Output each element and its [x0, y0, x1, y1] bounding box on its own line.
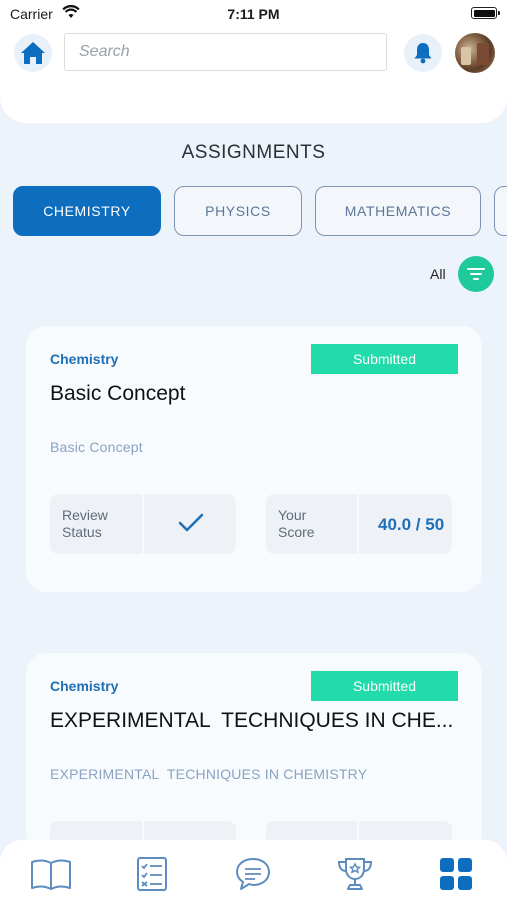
filter-label: All — [430, 266, 446, 282]
notifications-button[interactable] — [404, 34, 442, 72]
avatar[interactable] — [455, 33, 495, 73]
status-bar: Carrier 7:11 PM — [0, 0, 507, 28]
score-label: Your Score — [278, 507, 315, 540]
tab-chemistry[interactable]: CHEMISTRY — [13, 186, 161, 236]
search-input[interactable] — [64, 33, 387, 71]
tab-mathematics[interactable]: MATHEMATICS — [315, 186, 481, 236]
card-title: EXPERIMENTAL TECHNIQUES IN CHE... — [50, 709, 454, 732]
nav-tests[interactable] — [128, 854, 176, 894]
filter-icon — [467, 268, 485, 280]
assignment-card[interactable]: Chemistry Submitted EXPERIMENTAL TECHNIQ… — [26, 653, 482, 881]
bell-icon — [414, 43, 432, 64]
page-title: ASSIGNMENTS — [181, 142, 326, 163]
battery-icon — [471, 7, 500, 19]
status-badge: Submitted — [311, 671, 458, 701]
card-description: EXPERIMENTAL TECHNIQUES IN CHEMISTRY — [50, 766, 368, 782]
review-status-box: Review Status — [50, 494, 236, 554]
card-subject: Chemistry — [50, 351, 119, 367]
subject-tabs: CHEMISTRY PHYSICS MATHEMATICS — [13, 186, 507, 236]
nav-achievements[interactable] — [331, 854, 379, 894]
nav-dashboard[interactable] — [432, 854, 480, 894]
tab-next[interactable] — [494, 186, 507, 236]
nav-courses[interactable] — [27, 854, 75, 894]
book-icon — [31, 859, 71, 890]
home-button[interactable] — [14, 34, 52, 72]
tab-physics[interactable]: PHYSICS — [174, 186, 302, 236]
review-status-label: Review Status — [62, 507, 108, 540]
score-box: Your Score 40.0 / 50 — [266, 494, 452, 554]
card-description: Basic Concept — [50, 439, 143, 455]
chat-icon — [236, 858, 270, 890]
bottom-nav — [0, 840, 507, 900]
card-subject: Chemistry — [50, 678, 119, 694]
grid-icon — [440, 858, 472, 890]
card-title: Basic Concept — [50, 382, 186, 405]
score-value: 40.0 / 50 — [378, 515, 445, 534]
assignment-card[interactable]: Chemistry Submitted Basic Concept Basic … — [26, 326, 482, 592]
check-icon — [178, 513, 204, 532]
filter-button[interactable] — [458, 256, 494, 292]
nav-discussions[interactable] — [229, 854, 277, 894]
status-badge: Submitted — [311, 344, 458, 374]
trophy-icon — [337, 858, 373, 890]
checklist-icon — [137, 857, 167, 891]
header — [0, 28, 507, 123]
home-icon — [21, 42, 45, 64]
clock: 7:11 PM — [227, 6, 280, 22]
